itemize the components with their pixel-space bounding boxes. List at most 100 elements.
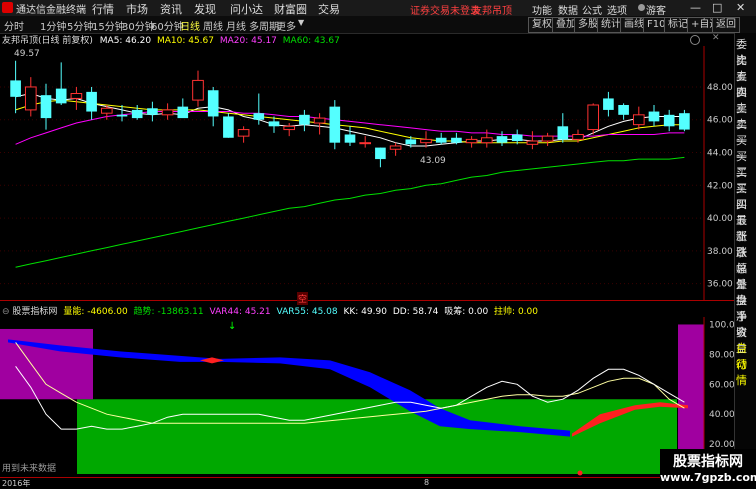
candle-body <box>663 114 675 127</box>
candle-body <box>679 113 690 130</box>
quote-side-panel: 委比 卖五 卖四 卖三 卖二 卖一 买一 买二 买三 买四 买五 最新 涨跌 涨… <box>734 33 756 487</box>
candle-body <box>86 91 97 112</box>
candle-body <box>572 133 584 140</box>
candle-body <box>465 138 478 144</box>
candle-body <box>10 80 21 97</box>
menu-jiaoyi[interactable]: 交易 <box>318 1 340 17</box>
minimize-button[interactable]: — <box>690 1 701 14</box>
purple-zone-left <box>0 328 93 400</box>
app-logo-icon <box>2 2 13 13</box>
candle-body <box>161 109 174 116</box>
candle-body <box>618 104 629 115</box>
watermark: 股票指标网 www.7gpzb.com <box>660 449 756 487</box>
main-y-tick: 42.00 <box>707 181 733 191</box>
sub-y-tick: 60.00 <box>709 380 734 390</box>
sub-y-tick: 40.00 <box>709 410 734 420</box>
period-fenshi[interactable]: 分时 <box>4 18 24 33</box>
kk-value: KK: 49.90 <box>343 307 387 317</box>
candle-body <box>207 90 219 117</box>
broker-name: 友邦吊顶 <box>472 6 512 17</box>
menu-shichang[interactable]: 市场 <box>126 1 148 17</box>
menu-zixun[interactable]: 资讯 <box>160 1 182 17</box>
year-label: 2016年 <box>2 479 31 488</box>
menu-hangqing[interactable]: 行情 <box>92 1 114 17</box>
menu-shuju[interactable]: 数据 <box>558 2 578 17</box>
side-quotes[interactable]: 行情 <box>736 357 756 389</box>
candle-body <box>587 104 600 131</box>
menu-wenxiaoda[interactable]: 问小达 <box>230 1 263 17</box>
period-multi[interactable]: 多周期 <box>249 18 279 33</box>
down-arrow-icon: ↓ <box>228 321 237 332</box>
xc-value: 吸筹: 0.00 <box>444 307 489 317</box>
main-y-tick: 36.00 <box>707 280 733 290</box>
candle-body <box>100 107 113 114</box>
no-data-label: 用到未来数据 <box>2 462 56 474</box>
period-weekly[interactable]: 周线 <box>203 18 223 33</box>
candle-body <box>283 125 296 131</box>
chevron-down-icon[interactable]: ▼ <box>298 18 304 27</box>
candle-body <box>648 111 660 122</box>
collapse-icon[interactable]: ⊖ <box>2 307 10 317</box>
candle-body <box>192 79 204 101</box>
period-monthly[interactable]: 月线 <box>226 18 246 33</box>
period-15min[interactable]: 15分钟 <box>92 18 125 33</box>
menu-caifuquan[interactable]: 财富圈 <box>274 1 307 17</box>
period-1min[interactable]: 1分钟 <box>40 18 66 33</box>
watermark-url: www.7gpzb.com <box>660 471 756 484</box>
main-y-tick: 40.00 <box>707 214 733 224</box>
watermark-title: 股票指标网 <box>673 454 743 470</box>
ma60-value: MA60: 43.67 <box>282 36 340 46</box>
close-button[interactable]: ✕ <box>736 1 745 14</box>
candle-body <box>24 86 37 111</box>
login-notice[interactable]: 证券交易未登录 <box>410 2 480 17</box>
indicator-info: ⊖ 股票指标网 量能: -4606.00 趋势: -13863.11 VAR44… <box>0 304 730 317</box>
candle-body <box>268 121 280 127</box>
period-more[interactable]: 更多 <box>276 18 296 33</box>
menu-gongneng[interactable]: 功能 <box>532 2 552 17</box>
indicator-name: 股票指标网 <box>12 307 58 317</box>
period-60min[interactable]: 60分钟 <box>151 18 184 33</box>
period-30min[interactable]: 30分钟 <box>122 18 155 33</box>
main-y-tick: 38.00 <box>707 247 733 257</box>
candle-body <box>253 113 265 120</box>
candle-body <box>375 147 386 160</box>
candlestick-chart[interactable]: 48.00 46.00 44.00 42.00 40.00 38.00 36.00 49.5… <box>0 46 734 300</box>
guest-label[interactable]: 游客 <box>646 2 666 17</box>
candle-body <box>55 88 67 104</box>
sub-y-tick: 100.0 <box>709 320 734 330</box>
candle-body <box>496 136 508 143</box>
back-button[interactable]: 返回 <box>712 17 740 33</box>
high-label: 49.57 <box>14 49 40 59</box>
signal-dot <box>577 470 583 476</box>
candle-body <box>480 137 493 144</box>
main-chart-info: 友邦吊顶(日线 前复权) MA5: 46.20 MA10: 45.67 MA20… <box>0 33 700 46</box>
menu-gongshi[interactable]: 公式 <box>582 2 602 17</box>
candle-body <box>511 134 523 142</box>
sub-y-tick: 80.00 <box>709 350 734 360</box>
period-5min[interactable]: 5分钟 <box>67 18 93 33</box>
time-axis: 2016年 8 <box>0 477 734 488</box>
title-bar: 通达信金融终端 行情 市场 资讯 发现 问小达 财富圈 交易 证券交易未登录 友… <box>0 0 756 17</box>
candle-body <box>40 95 52 119</box>
main-y-tick: 48.00 <box>707 83 733 93</box>
period-daily[interactable]: 日线 <box>180 18 200 33</box>
candle-body <box>389 145 402 150</box>
pane-divider[interactable] <box>0 300 734 301</box>
candle-body <box>526 140 539 145</box>
candle-body <box>420 138 432 144</box>
chart-settings-icon[interactable] <box>690 35 700 45</box>
candle-body <box>237 129 250 137</box>
candle-body <box>223 116 234 138</box>
qs-value: 趋势: -13863.11 <box>133 307 204 317</box>
menu-faxian[interactable]: 发现 <box>194 1 216 17</box>
menu-xuanxiang[interactable]: 选项 <box>607 2 627 17</box>
date-label: 8 <box>424 478 430 487</box>
indicator-chart[interactable]: 100.080.0060.0040.0020.00 用到未来数据 <box>0 317 734 477</box>
candle-body <box>70 93 83 99</box>
maximize-button[interactable]: □ <box>712 1 722 14</box>
candle-body <box>329 106 341 143</box>
chart-close-icon[interactable]: ✕ <box>712 33 720 43</box>
ma10-value: MA10: 45.67 <box>156 36 214 46</box>
candle-body <box>435 137 447 143</box>
candle-body <box>177 106 189 119</box>
